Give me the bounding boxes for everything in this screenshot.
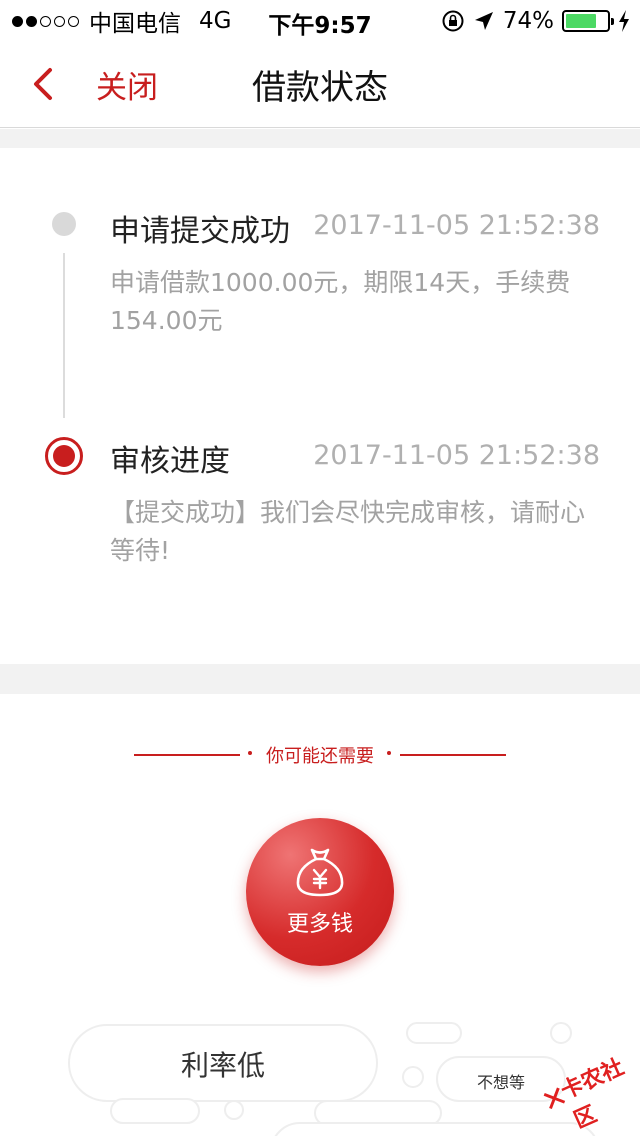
decorative-bubble	[406, 1022, 462, 1044]
battery-icon	[562, 10, 614, 32]
step-complete-dot-icon	[52, 212, 76, 236]
recommend-heading: 你可能还需要	[266, 746, 374, 767]
location-arrow-icon	[474, 12, 493, 30]
nav-bar: 关闭 借款状态	[0, 40, 640, 128]
rotation-lock-icon	[442, 10, 464, 32]
money-bag-yen-icon	[296, 848, 344, 897]
decorative-bubble	[224, 1100, 244, 1120]
step-title: 审核进度	[110, 444, 230, 479]
step-time: 2017-11-05 21:52:38	[313, 440, 600, 471]
battery-level-fill	[566, 14, 596, 28]
charging-bolt-icon	[619, 10, 629, 32]
step-active-dot-icon	[45, 437, 83, 475]
step-title: 申请提交成功	[110, 214, 290, 249]
step-description: 申请借款1000.00元，期限14天，手续费154.00元	[110, 268, 571, 335]
decorative-bubble	[550, 1022, 572, 1044]
timeline-connector	[63, 253, 65, 418]
divider-line	[400, 754, 506, 756]
divider-dot	[387, 751, 391, 755]
decorative-bubble	[402, 1066, 424, 1088]
tag-label: 利率低	[180, 1049, 265, 1082]
more-money-label: 更多钱	[286, 912, 353, 937]
tag-pill-low-rate[interactable]: 利率低	[68, 1024, 378, 1102]
battery-percent: 74%	[502, 8, 554, 34]
loan-status-timeline: 申请提交成功 2017-11-05 21:52:38 申请借款1000.00元，…	[0, 148, 640, 664]
more-money-button[interactable]: 更多钱	[246, 818, 394, 966]
section-divider	[0, 664, 640, 694]
decorative-bubble	[110, 1098, 200, 1124]
section-divider	[0, 129, 640, 148]
status-bar-right: 74%	[441, 6, 630, 36]
step-time: 2017-11-05 21:52:38	[313, 210, 600, 241]
step-description: 【提交成功】我们会尽快完成审核，请耐心等待!	[110, 498, 586, 565]
status-bar: 中国电信 4G 下午9:57 74%	[0, 0, 640, 40]
page-title: 借款状态	[252, 68, 388, 108]
